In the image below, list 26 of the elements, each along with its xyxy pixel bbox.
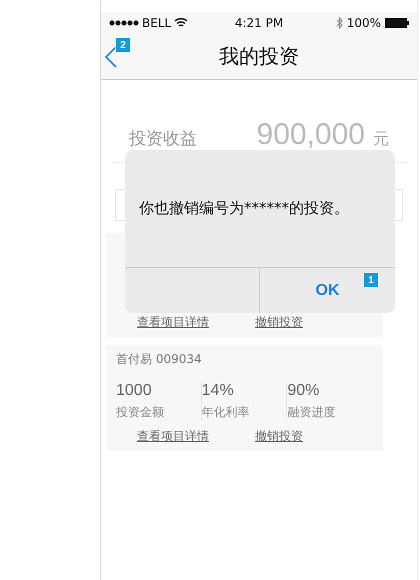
battery-percent: 100% bbox=[346, 16, 382, 30]
stat-value: 1000 bbox=[116, 382, 153, 400]
annotation-badge: 2 bbox=[115, 37, 131, 53]
signal-icon bbox=[109, 20, 139, 26]
dialog-message: 你也撤销编号为******的投资。 bbox=[139, 199, 349, 218]
card-title: 首付易 009034 bbox=[116, 351, 203, 368]
card-link[interactable]: 查看项目详情 bbox=[137, 429, 209, 443]
wifi-icon bbox=[174, 18, 188, 28]
stat-label: 年化利率 bbox=[202, 404, 251, 421]
stat-label: 投资金额 bbox=[116, 404, 165, 421]
card-link[interactable]: 撤销投资 bbox=[255, 429, 303, 443]
bluetooth-icon bbox=[336, 17, 343, 29]
page-title: 我的投资 bbox=[219, 43, 299, 70]
battery-icon bbox=[385, 18, 410, 28]
card-link[interactable]: 撤销投资 bbox=[255, 315, 303, 329]
annotation-badge: 1 bbox=[363, 272, 379, 288]
stat-value: 14% bbox=[202, 382, 235, 400]
stat-label: 融资进度 bbox=[287, 404, 336, 421]
clock-time: 4:21 PM bbox=[234, 16, 284, 30]
summary-amount: 900,000 bbox=[256, 118, 365, 152]
card-link[interactable]: 查看项目详情 bbox=[137, 315, 209, 329]
summary-label: 投资收益 bbox=[129, 128, 198, 150]
summary-unit: 元 bbox=[373, 129, 389, 150]
stat-value: 90% bbox=[287, 382, 320, 400]
back-icon[interactable] bbox=[105, 46, 117, 68]
carrier-name: BELL bbox=[142, 16, 172, 30]
